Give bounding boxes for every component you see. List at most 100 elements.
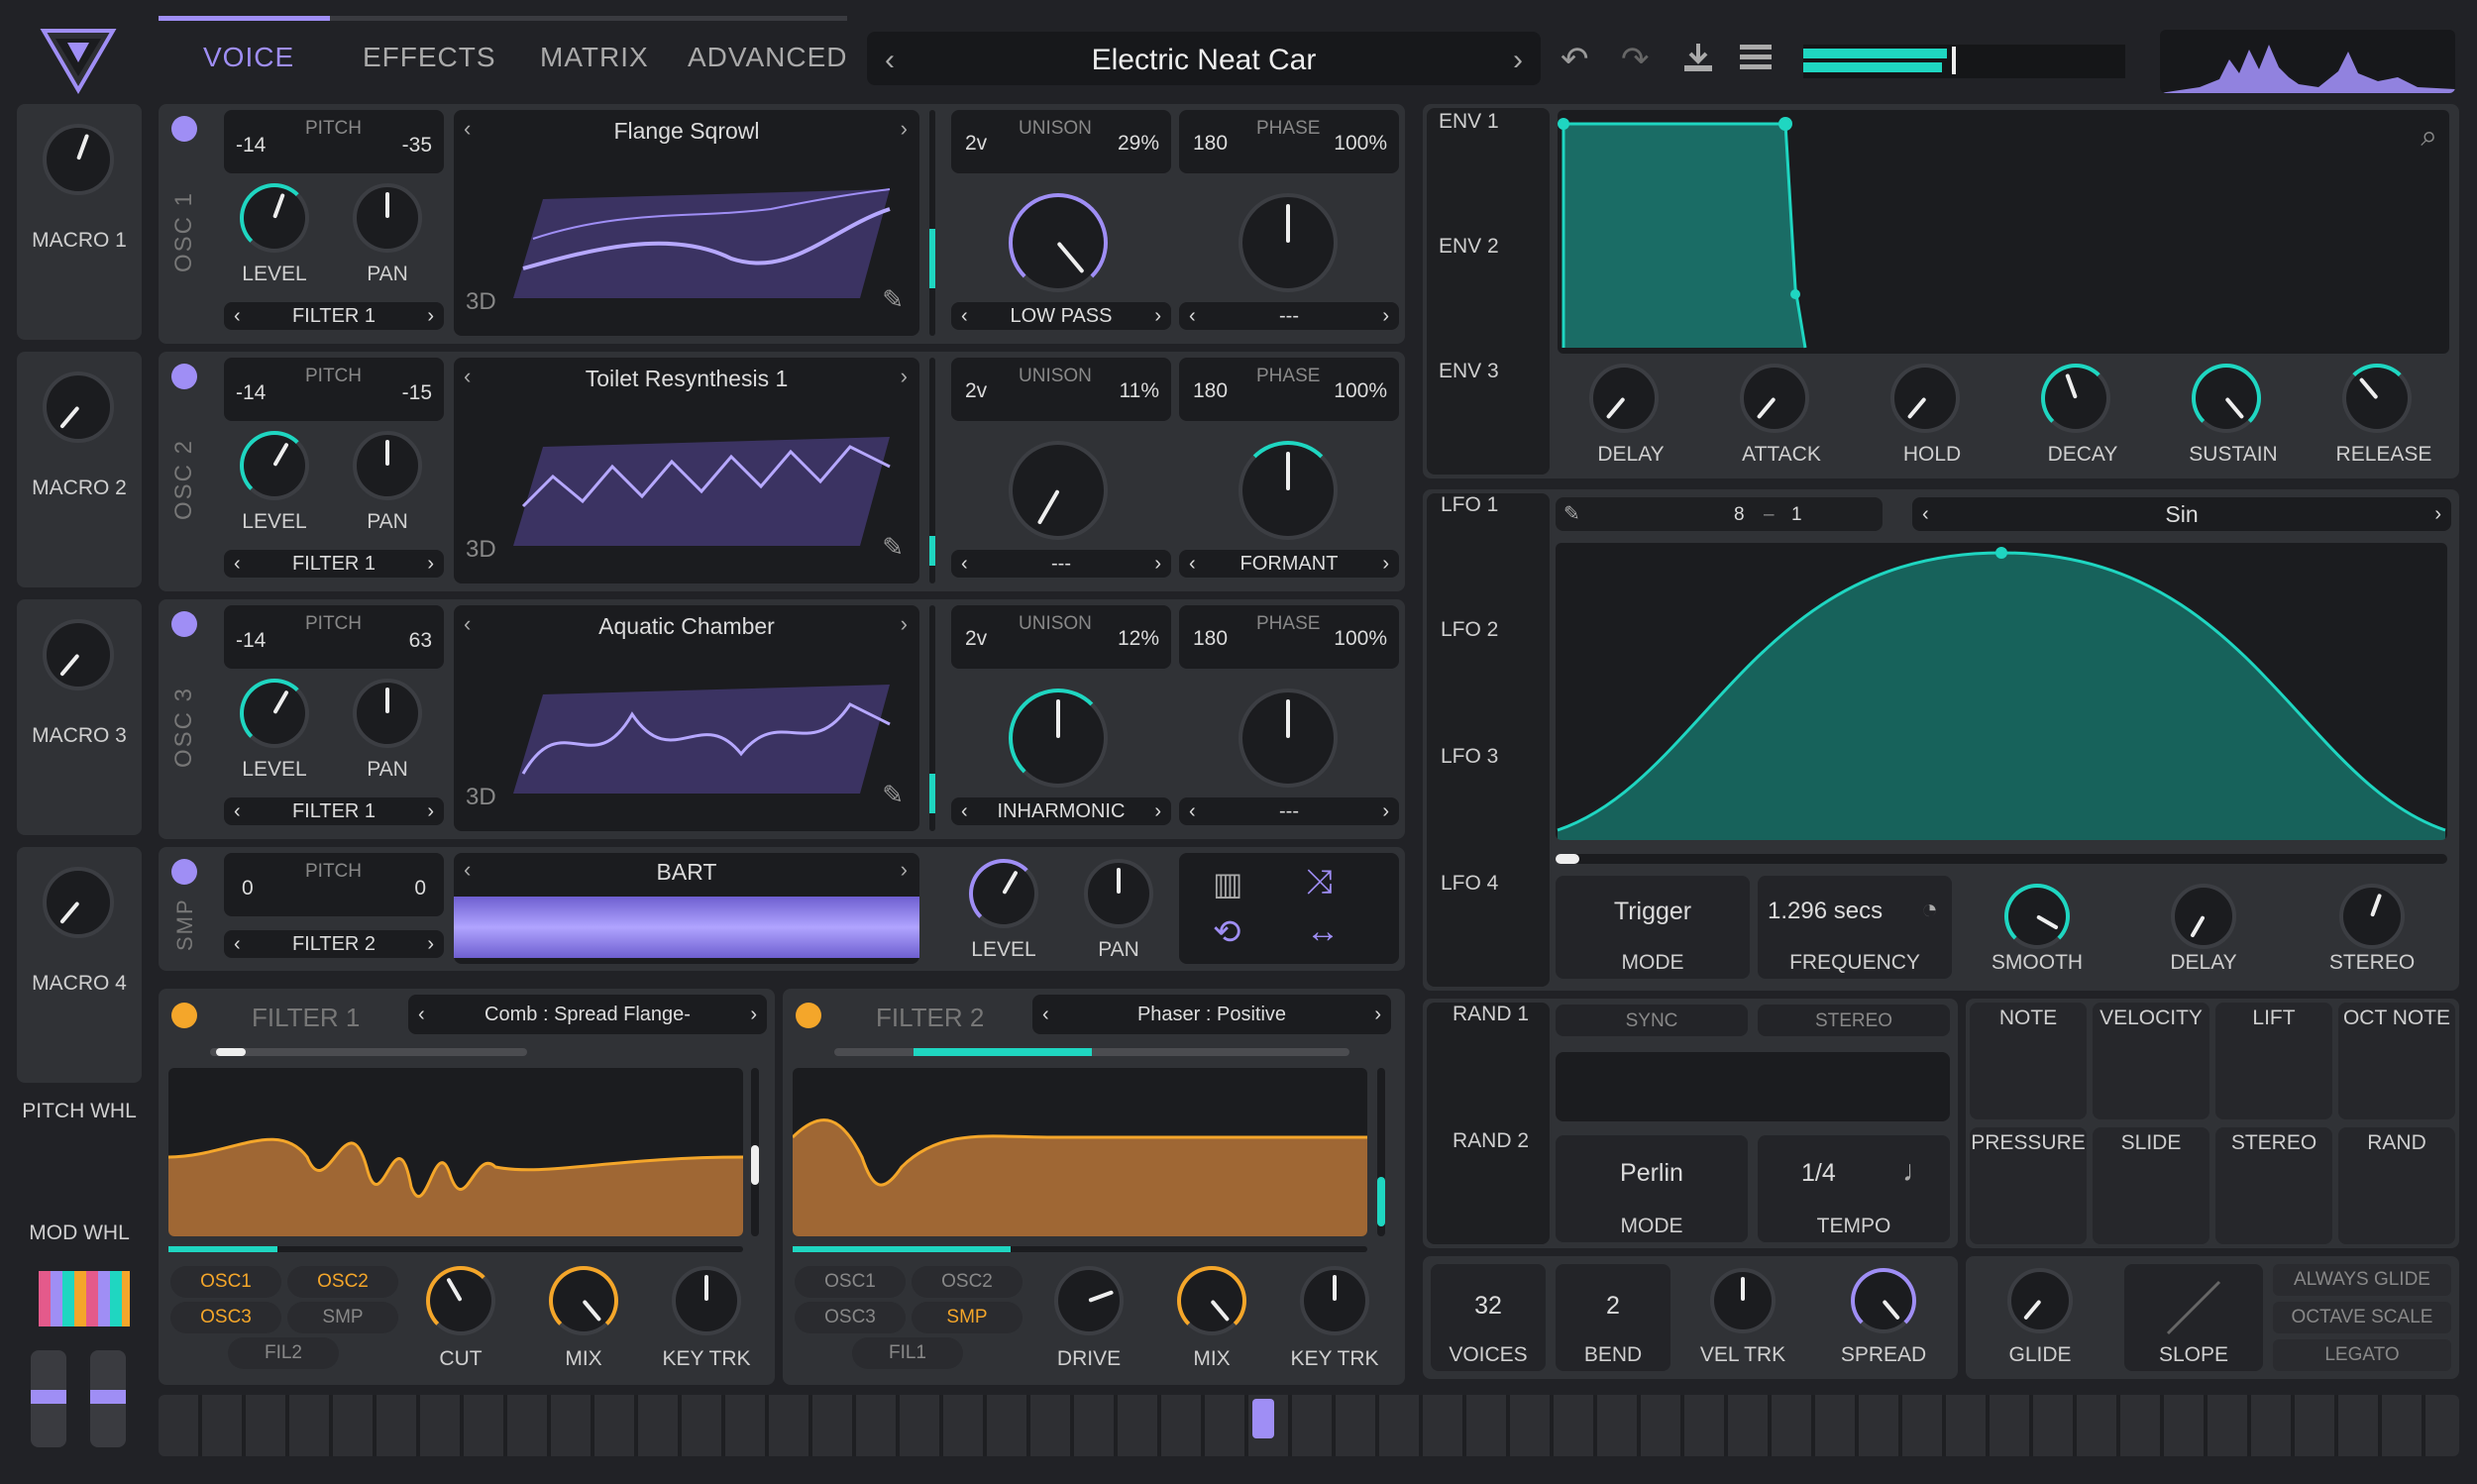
tab-env-1[interactable]: ENV 1 [1439,110,1499,134]
random-tempo[interactable]: 1/4 ♩ TEMPO [1758,1135,1950,1242]
filter-2-osc2[interactable]: OSC2 [912,1266,1023,1298]
menu-icon[interactable] [1740,45,1772,70]
lfo-stereo-knob[interactable] [2339,884,2405,949]
filter-2-drive-knob[interactable] [1054,1266,1124,1335]
mod-oct-note[interactable]: OCT NOTE [2338,1003,2455,1119]
glide-knob[interactable] [2007,1268,2073,1333]
logo[interactable] [40,25,117,96]
lfo-shape-select[interactable]: ‹ Sin › [1912,497,2451,531]
osc-3-edit-icon[interactable]: ✎ [882,780,904,810]
osc-3-pan-knob[interactable] [353,679,422,748]
env-sustain-knob[interactable] [2192,364,2261,433]
filter-2-toggle[interactable] [796,1003,821,1028]
mod-velocity[interactable]: VELOCITY [2093,1003,2209,1119]
bounce-icon[interactable]: ↔ [1306,912,1340,951]
note-icon[interactable]: ♩ [1902,1155,1932,1189]
lfo-frequency[interactable]: 1.296 secs ◔ FREQUENCY [1758,876,1952,979]
osc-1-level-knob[interactable] [240,183,309,253]
octave-scale-toggle[interactable]: OCTAVE SCALE [2273,1302,2451,1333]
env-release-knob[interactable] [2342,364,2412,433]
osc-3-level-knob[interactable] [240,679,309,748]
volume-meter[interactable] [1803,45,2125,78]
osc-2-spectral-knob[interactable] [1238,441,1338,540]
osc-3-unison[interactable]: 2v UNISON 12% [951,605,1171,669]
osc-3-spectral-select[interactable]: ‹ --- › [1179,797,1399,825]
spread-knob[interactable] [1851,1268,1916,1333]
sampler-pan-knob[interactable] [1084,859,1153,928]
filter-2-keytrk-knob[interactable] [1300,1266,1369,1335]
osc-2-filter-select[interactable]: ‹ FILTER 1 › [224,550,444,578]
preset-selector[interactable]: ‹ Electric Neat Car › [867,32,1541,85]
macro-2[interactable]: MACRO 2 [17,352,142,587]
macro-3[interactable]: MACRO 3 [17,599,142,835]
mod-pressure[interactable]: PRESSURE [1970,1127,2087,1244]
filter-1-osc1[interactable]: OSC1 [170,1266,281,1298]
osc-3-phase[interactable]: 180 PHASE 100% [1179,605,1399,669]
random-style-select[interactable]: Perlin MODE [1556,1135,1748,1242]
osc-1-pan-knob[interactable] [353,183,422,253]
tab-voice[interactable]: VOICE [203,42,294,73]
tab-rand-2[interactable]: RAND 2 [1453,1129,1529,1153]
osc-3-distortion-select[interactable]: ‹ INHARMONIC › [951,797,1171,825]
filter-2-type-select[interactable]: ‹ Phaser : Positive › [1032,995,1391,1034]
osc-2-phase[interactable]: 180 PHASE 100% [1179,358,1399,421]
macro-3-knob[interactable] [43,619,114,690]
osc-1-distortion-knob[interactable] [1009,193,1108,292]
sampler-waveform[interactable]: ‹ BART › [454,853,919,964]
sampler-filter-select[interactable]: ‹ FILTER 2 › [224,930,444,958]
osc-2-distortion-knob[interactable] [1009,441,1108,540]
lfo-edit-icon[interactable]: ✎ [1563,501,1580,526]
osc-3-distortion-knob[interactable] [1009,689,1108,788]
filter-1-osc3[interactable]: OSC3 [170,1302,281,1333]
osc-1-filter-select[interactable]: ‹ FILTER 1 › [224,302,444,330]
next-preset-icon[interactable]: › [1513,44,1523,77]
osc-2-unison[interactable]: 2v UNISON 11% [951,358,1171,421]
mod-note[interactable]: NOTE [1970,1003,2087,1119]
random-stereo-toggle[interactable]: STEREO [1758,1005,1950,1036]
osc-2-edit-icon[interactable]: ✎ [882,532,904,563]
osc-1-edit-icon[interactable]: ✎ [882,284,904,315]
env-decay-knob[interactable] [2041,364,2110,433]
sampler-toggle[interactable] [171,859,197,885]
filter-1-response[interactable] [168,1068,743,1236]
osc-3-toggle[interactable] [171,611,197,637]
lfo-graph[interactable] [1556,543,2447,840]
osc-3-spectral-knob[interactable] [1238,689,1338,788]
filter-1-type-select[interactable]: ‹ Comb : Spread Flange- › [408,995,767,1034]
macro-1[interactable]: MACRO 1 [17,104,142,340]
osc-1-toggle[interactable] [171,116,197,142]
osc-2-transpose[interactable]: -14 [236,381,266,405]
keyboard[interactable] [159,1395,2459,1456]
osc-2-pan-knob[interactable] [353,431,422,500]
lfo-tempo-icon[interactable]: ◔ [1921,894,1938,925]
filter-1-mix-knob[interactable] [549,1266,618,1335]
macro-4-knob[interactable] [43,867,114,938]
filter-1-osc2[interactable]: OSC2 [287,1266,398,1298]
lfo-toolbar[interactable]: ✎ 8 – 1 [1556,497,1883,531]
macro-2-knob[interactable] [43,371,114,443]
sampler-transpose[interactable]: 0 [242,877,254,901]
osc-2-spectral-select[interactable]: ‹ FORMANT › [1179,550,1399,578]
vel-trk-knob[interactable] [1710,1268,1776,1333]
tab-lfo-2[interactable]: LFO 2 [1441,618,1498,642]
osc-1-wavetable[interactable]: ‹ Flange Sqrowl › 3D ✎ [454,110,919,336]
tab-advanced[interactable]: ADVANCED [688,42,848,73]
osc-3-wavetable[interactable]: ‹ Aquatic Chamber › 3D ✎ [454,605,919,831]
lfo-mode-select[interactable]: Trigger MODE [1556,876,1750,979]
osc-1-distortion-select[interactable]: ‹ LOW PASS › [951,302,1171,330]
mod-stereo[interactable]: STEREO [2215,1127,2332,1244]
filter-1-toggle[interactable] [171,1003,197,1028]
mod-slide[interactable]: SLIDE [2093,1127,2209,1244]
filter-1-smp[interactable]: SMP [287,1302,398,1333]
filter-2-route[interactable]: FIL1 [852,1337,963,1369]
osc-3-tune[interactable]: 63 [409,629,432,653]
tab-env-3[interactable]: ENV 3 [1439,360,1499,383]
osc-1-transpose[interactable]: -14 [236,134,266,158]
tab-lfo-4[interactable]: LFO 4 [1441,872,1498,896]
zoom-icon[interactable]: ⌕ [2421,120,2437,154]
tab-env-2[interactable]: ENV 2 [1439,235,1499,259]
osc-2-level-knob[interactable] [240,431,309,500]
tab-rand-1[interactable]: RAND 1 [1453,1003,1529,1026]
filter-2-smp[interactable]: SMP [912,1302,1023,1333]
undo-icon[interactable]: ↶ [1561,40,1589,79]
